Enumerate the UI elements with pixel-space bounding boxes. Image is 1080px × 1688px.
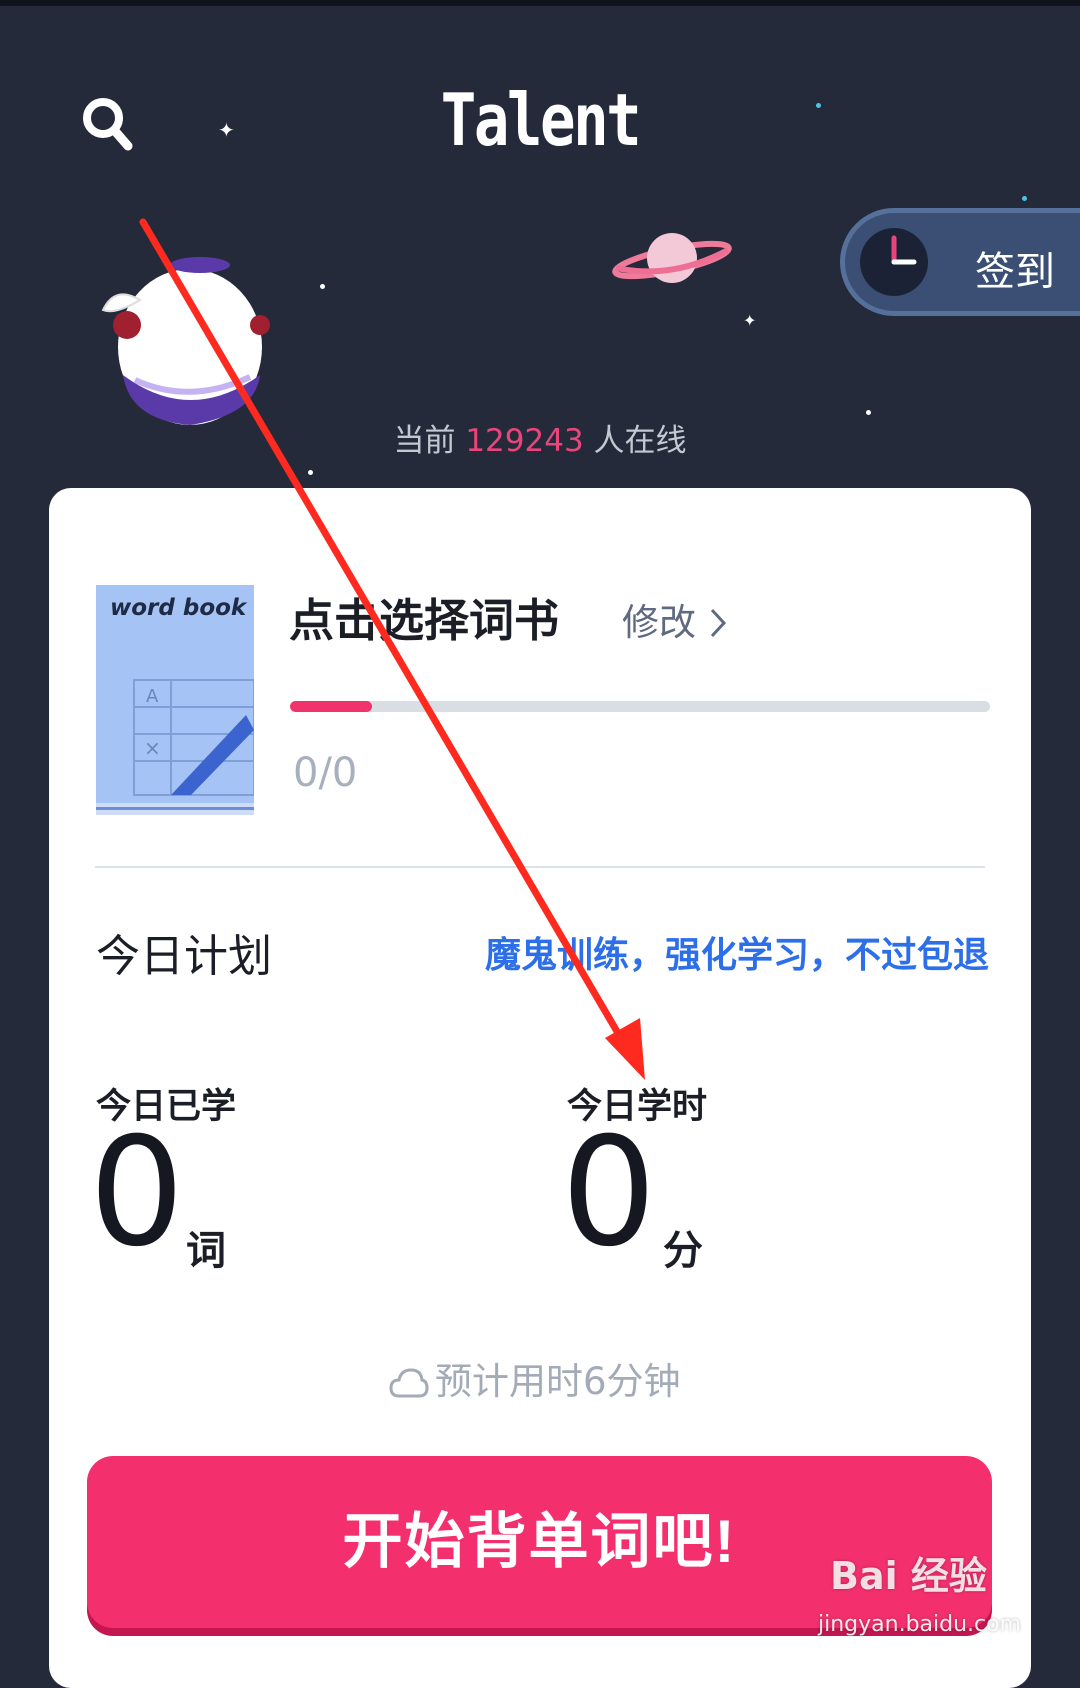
estimate-text: 预计用时6分钟 xyxy=(389,1351,681,1405)
study-card: word book A × 点击选择词书 修改 0/0 今日计划 魔鬼训练，强化… xyxy=(49,488,1031,1688)
star-dot xyxy=(1022,196,1027,201)
study-time-value: 0 xyxy=(561,1106,657,1280)
study-time-unit: 分 xyxy=(663,1228,703,1274)
start-studying-button[interactable]: 开始背单词吧! xyxy=(87,1456,992,1628)
estimate-label: 预计用时6分钟 xyxy=(435,1360,681,1403)
divider xyxy=(95,866,985,868)
star-decoration: ✦ xyxy=(743,311,757,330)
online-count: 129243 xyxy=(465,423,584,459)
cover-title: word book xyxy=(110,595,248,621)
online-count-text: 当前 129243 人在线 xyxy=(0,415,1080,460)
wordbook-cover[interactable]: word book A × xyxy=(96,585,254,815)
cover-row-x: × xyxy=(144,736,161,760)
learned-value: 0 xyxy=(89,1106,185,1280)
online-prefix: 当前 xyxy=(393,423,456,459)
app-title: Talent xyxy=(440,78,642,162)
wordbook-name[interactable]: 点击选择词书 xyxy=(289,584,559,649)
status-bar xyxy=(0,0,1080,6)
checkin-label: 签到 xyxy=(975,249,1055,295)
clock-icon xyxy=(860,228,928,296)
progress-text: 0/0 xyxy=(293,750,358,796)
today-plan-label: 今日计划 xyxy=(96,931,272,982)
star-dot xyxy=(308,470,313,475)
wordbook-progress-bar xyxy=(290,701,990,712)
modify-link[interactable]: 修改 xyxy=(622,592,728,646)
chevron-right-icon xyxy=(710,608,726,638)
star-dot xyxy=(320,284,325,289)
cloud-icon xyxy=(389,1368,429,1398)
promo-link[interactable]: 魔鬼训练，强化学习，不过包退 xyxy=(485,926,989,978)
cover-row-a: A xyxy=(146,686,159,707)
modify-label: 修改 xyxy=(622,601,696,644)
planet-decoration xyxy=(612,233,732,283)
learned-unit: 词 xyxy=(186,1228,226,1274)
progress-fill xyxy=(290,701,372,712)
mascot-avatar xyxy=(101,257,270,425)
checkin-button[interactable]: 签到 xyxy=(840,208,1080,316)
watermark-url: jingyan.baidu.com xyxy=(818,1612,1022,1637)
online-suffix: 人在线 xyxy=(593,423,687,459)
watermark-logo: Bai 经验 xyxy=(830,1554,987,1598)
